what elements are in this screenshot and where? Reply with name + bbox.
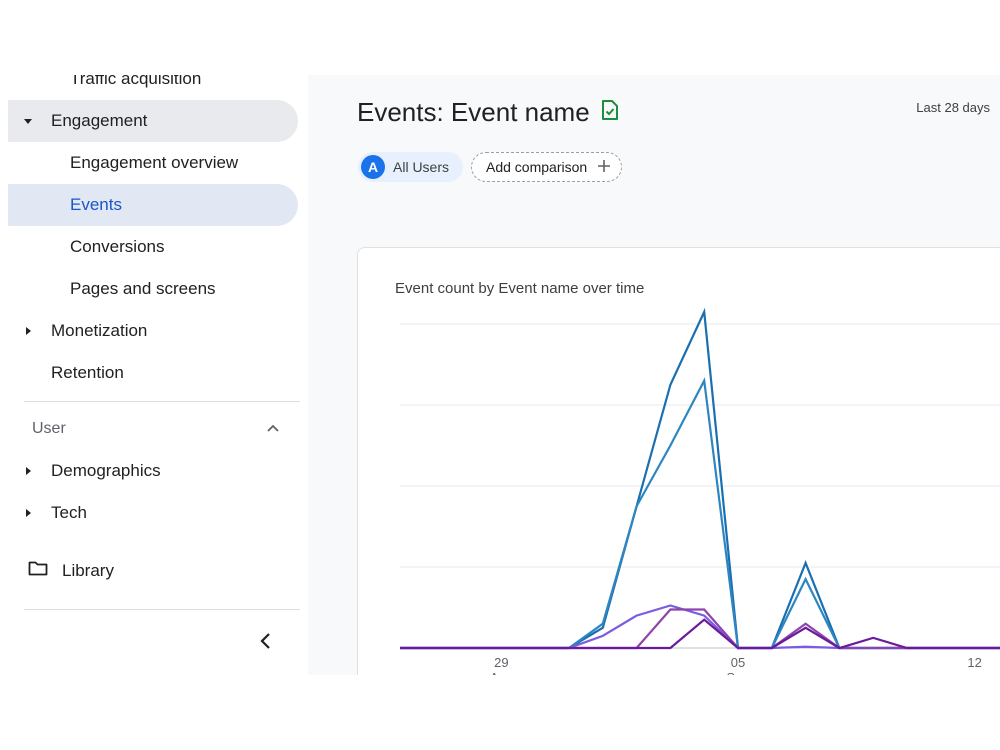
sidebar-item-events[interactable]: Events bbox=[8, 184, 298, 226]
sidebar-item-engagement[interactable]: Engagement bbox=[8, 100, 298, 142]
sidebar-item-library[interactable]: Library bbox=[28, 560, 114, 581]
sidebar-item-label: Pages and screens bbox=[70, 279, 216, 298]
sidebar-item-label: Engagement overview bbox=[70, 153, 239, 172]
series-line-5[interactable] bbox=[400, 618, 1000, 650]
line-chart: 29Aug 05Sep 12 bbox=[400, 307, 1000, 675]
sidebar-item-retention[interactable]: Retention bbox=[8, 352, 298, 394]
segment-label: All Users bbox=[393, 159, 450, 175]
sidebar-section-user: User bbox=[32, 420, 66, 437]
sidebar-item-label: Traffic acquisition bbox=[70, 75, 202, 88]
series-line-3[interactable] bbox=[400, 604, 1000, 650]
caret-right-icon bbox=[22, 325, 34, 337]
sidebar-item-traffic-acquisition[interactable]: Traffic acquisition bbox=[8, 75, 298, 100]
sidebar-divider bbox=[24, 609, 300, 610]
sidebar-item-tech[interactable]: Tech bbox=[8, 492, 298, 534]
collapse-sidebar-icon[interactable] bbox=[256, 628, 276, 654]
sidebar-item-engagement-overview[interactable]: Engagement overview bbox=[8, 142, 298, 184]
date-range-label[interactable]: Last 28 days bbox=[916, 100, 990, 115]
sidebar-item-demographics[interactable]: Demographics bbox=[8, 450, 298, 492]
page-title-text: Events: Event name bbox=[357, 97, 590, 127]
sidebar-item-conversions[interactable]: Conversions bbox=[8, 226, 298, 268]
series-line-2[interactable] bbox=[400, 377, 1000, 650]
chevron-up-icon[interactable] bbox=[264, 420, 282, 438]
sidebar-item-label: Events bbox=[70, 195, 122, 214]
page-title: Events: Event name bbox=[357, 97, 620, 128]
add-comparison-label: Add comparison bbox=[486, 159, 588, 175]
sidebar-item-label: Library bbox=[62, 560, 114, 580]
main-content: Events: Event name Last 28 days A All Us… bbox=[308, 75, 1000, 675]
sidebar-item-label: Retention bbox=[51, 363, 124, 382]
analytics-app: Traffic acquisition Engagement Engagemen… bbox=[8, 75, 1000, 675]
plus-icon bbox=[597, 159, 611, 176]
segment-chip-all-users[interactable]: A All Users bbox=[358, 152, 464, 182]
sidebar-item-pages-and-screens[interactable]: Pages and screens bbox=[8, 268, 298, 310]
chart-card: Event count by Event name over time 29 Au… bbox=[357, 247, 1000, 675]
x-tick-label: 29 bbox=[494, 655, 508, 670]
sidebar: Traffic acquisition Engagement Engagemen… bbox=[8, 75, 308, 675]
x-tick-label: 12 bbox=[967, 655, 981, 670]
caret-right-icon bbox=[22, 507, 34, 519]
folder-icon bbox=[28, 560, 48, 581]
caret-right-icon bbox=[22, 465, 34, 477]
caret-down-icon bbox=[22, 115, 34, 127]
sidebar-item-label: Engagement bbox=[51, 111, 148, 130]
add-comparison-button[interactable]: Add comparison bbox=[471, 152, 623, 182]
x-tick-month-label: Sep bbox=[726, 670, 749, 675]
sidebar-item-label: Tech bbox=[51, 503, 87, 522]
sidebar-item-monetization[interactable]: Monetization bbox=[8, 310, 298, 352]
sidebar-item-label: Monetization bbox=[51, 321, 148, 340]
sidebar-item-label: Demographics bbox=[51, 461, 161, 480]
segment-avatar: A bbox=[361, 155, 385, 179]
x-tick-month-label: Aug bbox=[490, 670, 513, 675]
sidebar-divider bbox=[24, 401, 300, 402]
verified-report-icon[interactable] bbox=[600, 97, 620, 128]
sidebar-item-label: Conversions bbox=[70, 237, 165, 256]
series-line-1[interactable] bbox=[400, 307, 1000, 650]
x-tick-label: 05 bbox=[731, 655, 745, 670]
